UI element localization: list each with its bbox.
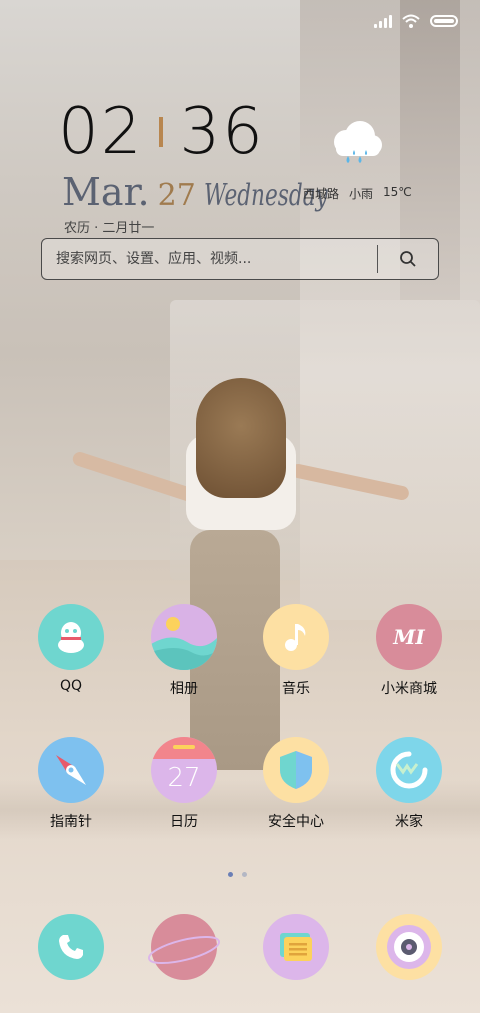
page-dot-active <box>228 872 233 877</box>
date-day: 27 <box>157 178 196 213</box>
weather-temperature: 15℃ <box>383 185 412 199</box>
home-screen: 02 36 Mar. 27 Wednesday 农历 · 二月廿一 西城路 小雨… <box>0 0 480 1013</box>
signal-icon <box>374 14 392 28</box>
battery-icon <box>430 15 458 27</box>
search-bar[interactable] <box>41 238 439 280</box>
qq-icon <box>38 604 104 670</box>
app-security[interactable]: 安全中心 <box>246 737 346 831</box>
shield-icon <box>263 737 329 803</box>
clock-widget[interactable]: 02 36 <box>58 95 265 169</box>
search-icon <box>400 251 416 267</box>
app-label: 日历 <box>170 814 198 830</box>
clock-hours: 02 <box>58 95 144 169</box>
weather-location: 西城路 <box>303 187 340 201</box>
clock-separator <box>159 117 164 147</box>
app-label: 音乐 <box>282 681 310 697</box>
compass-icon <box>38 737 104 803</box>
browser-planet-icon <box>147 914 221 980</box>
dock-browser[interactable] <box>134 914 234 980</box>
dock-messages[interactable] <box>246 914 346 980</box>
calendar-icon: 27 <box>151 737 217 803</box>
music-icon <box>263 604 329 670</box>
wallpaper-figure <box>196 378 286 498</box>
phone-icon <box>38 914 104 980</box>
app-calendar[interactable]: 27 日历 <box>134 737 234 831</box>
search-input[interactable] <box>42 239 377 279</box>
wifi-icon <box>402 14 420 28</box>
rain-cloud-icon[interactable] <box>326 120 386 168</box>
dock-phone[interactable] <box>21 914 121 980</box>
gallery-icon <box>151 604 217 670</box>
page-dot <box>242 872 247 877</box>
app-label: 米家 <box>395 814 423 830</box>
weather-condition: 小雨 <box>349 187 374 201</box>
weather-info[interactable]: 西城路 小雨 15℃ <box>303 185 412 202</box>
calendar-number: 27 <box>167 763 201 793</box>
mi-store-icon: MI <box>376 604 442 670</box>
camera-icon <box>376 914 442 980</box>
page-indicator <box>228 872 247 877</box>
lunar-date: 农历 · 二月廿一 <box>64 221 155 236</box>
clock-minutes: 36 <box>179 95 265 169</box>
app-music[interactable]: 音乐 <box>246 604 346 698</box>
app-label: 安全中心 <box>268 814 324 830</box>
app-label: QQ <box>59 678 83 694</box>
date-month: Mar. <box>62 170 150 214</box>
calendar-ring <box>173 745 195 749</box>
status-bar <box>374 14 458 28</box>
app-label: 小米商城 <box>381 681 437 697</box>
messages-icon <box>263 914 329 980</box>
app-mijia[interactable]: 米家 <box>359 737 459 831</box>
app-label: 相册 <box>170 681 198 697</box>
app-mi-store[interactable]: MI 小米商城 <box>359 604 459 698</box>
mijia-icon <box>376 737 442 803</box>
app-label: 指南针 <box>50 814 92 830</box>
dock-camera[interactable] <box>359 914 459 980</box>
search-button[interactable] <box>378 239 438 279</box>
app-qq[interactable]: QQ <box>21 604 121 694</box>
app-gallery[interactable]: 相册 <box>134 604 234 698</box>
app-compass[interactable]: 指南针 <box>21 737 121 831</box>
